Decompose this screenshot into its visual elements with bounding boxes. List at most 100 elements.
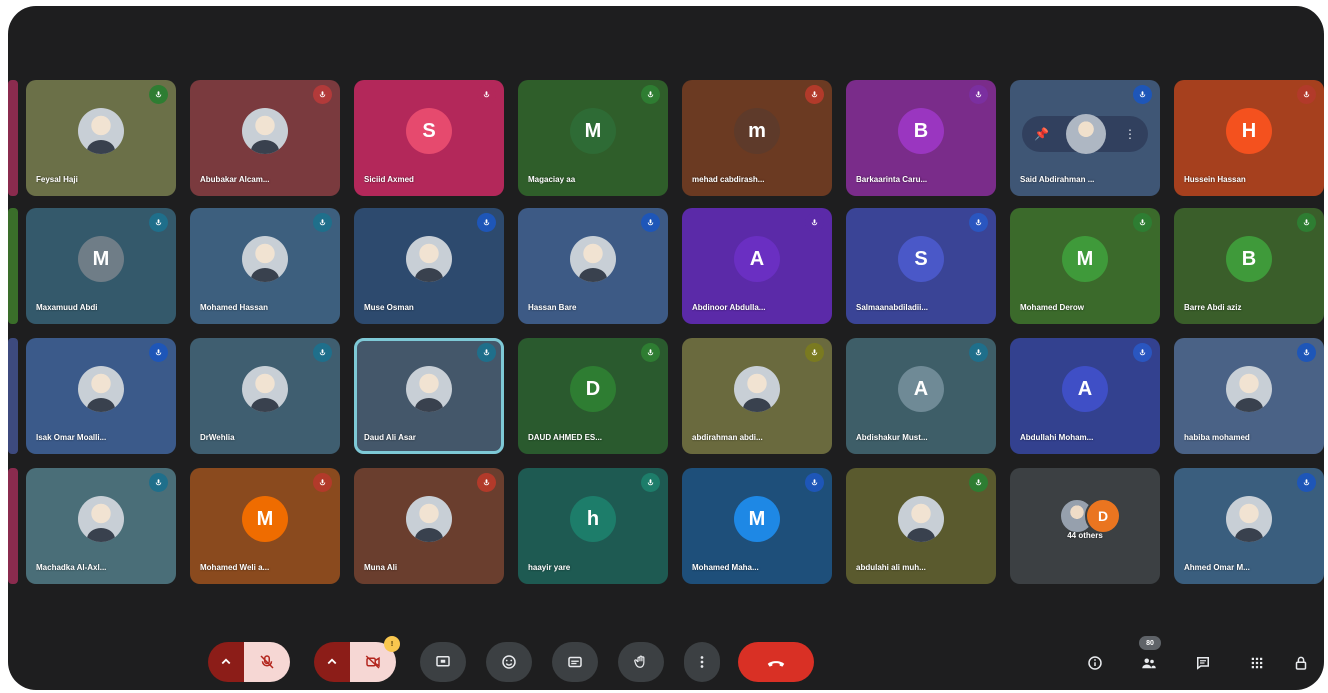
raise-hand-button[interactable]: [618, 642, 664, 682]
participant-tile[interactable]: h haayir yare: [518, 468, 668, 584]
speaking-indicator-icon: [149, 213, 168, 232]
edge-tile: [8, 80, 18, 196]
activities-icon: [1251, 657, 1263, 669]
participant-tile[interactable]: S Salmaanabdiladii...: [846, 208, 996, 324]
participant-tile[interactable]: 📌 ⋮ Said Abdirahman ...: [1010, 80, 1160, 196]
participant-tile[interactable]: Daud Ali Asar: [354, 338, 504, 454]
participant-tile[interactable]: Feysal Haji: [26, 80, 176, 196]
mic-options-button[interactable]: [208, 642, 244, 682]
emoji-button[interactable]: [486, 642, 532, 682]
avatar: [570, 236, 616, 282]
present-icon: [436, 656, 450, 667]
participant-name: Ahmed Omar M...: [1184, 563, 1250, 572]
mic-off-icon: [260, 655, 274, 669]
participant-grid: Feysal Haji Abubakar Alcam... S Siciid Axme…: [8, 6, 1324, 690]
participant-name: Muna Ali: [364, 563, 398, 572]
participant-tile[interactable]: M Mohamed Weli a...: [190, 468, 340, 584]
avatar: [242, 236, 288, 282]
participant-name: abdulahi ali muh...: [856, 563, 926, 572]
participant-tile[interactable]: abdirahman abdi...: [682, 338, 832, 454]
participant-name: Abdullahi Moham...: [1020, 433, 1094, 442]
participant-tile[interactable]: Mohamed Hassan: [190, 208, 340, 324]
pin-icon[interactable]: 📌: [1034, 127, 1049, 141]
participant-tile[interactable]: habiba mohamed: [1174, 338, 1324, 454]
lock-icon: [1295, 656, 1307, 670]
speaking-indicator-icon: [313, 473, 332, 492]
participant-tile[interactable]: abdulahi ali muh...: [846, 468, 996, 584]
host-controls-button[interactable]: [1284, 646, 1318, 680]
participant-tile[interactable]: M Maxamuud Abdi: [26, 208, 176, 324]
avatar: [734, 366, 780, 412]
participant-name: habiba mohamed: [1184, 433, 1250, 442]
avatar: [78, 366, 124, 412]
speaking-indicator-icon: [1297, 343, 1316, 362]
speaking-indicator-icon: [641, 213, 660, 232]
participant-tile[interactable]: M Mohamed Derow: [1010, 208, 1160, 324]
activities-button[interactable]: [1240, 646, 1274, 680]
people-button[interactable]: 80: [1132, 636, 1166, 680]
leave-call-button[interactable]: [738, 642, 814, 682]
participant-tile[interactable]: Isak Omar Moalli...: [26, 338, 176, 454]
participant-tile[interactable]: A Abdinoor Abdulla...: [682, 208, 832, 324]
more-options-button[interactable]: [684, 642, 720, 682]
speaking-indicator-icon: [805, 473, 824, 492]
speaking-indicator-icon: [969, 473, 988, 492]
avatar: M: [734, 496, 780, 542]
avatar: [78, 496, 124, 542]
speaking-indicator-icon: [313, 213, 332, 232]
speaking-indicator-icon: [477, 473, 496, 492]
more-icon[interactable]: ⋮: [1124, 127, 1136, 141]
participant-tile[interactable]: B Barkaarinta Caru...: [846, 80, 996, 196]
participant-name: Mohamed Hassan: [200, 303, 269, 312]
participant-tile[interactable]: B Barre Abdi aziz: [1174, 208, 1324, 324]
participant-tile[interactable]: A Abdishakur Must...: [846, 338, 996, 454]
end-call-icon: [767, 661, 785, 667]
participant-tile[interactable]: Hassan Bare: [518, 208, 668, 324]
camera-toggle-button[interactable]: !: [350, 636, 400, 682]
speaking-indicator-icon: [149, 85, 168, 104]
edge-tile: [8, 338, 18, 454]
participant-tile[interactable]: M Mohamed Maha...: [682, 468, 832, 584]
chevron-up-icon: [221, 658, 231, 665]
participant-tile[interactable]: H Hussein Hassan: [1174, 80, 1324, 196]
chat-button[interactable]: [1186, 646, 1220, 680]
speaking-indicator-icon: [1297, 473, 1316, 492]
participant-tile[interactable]: Ahmed Omar M...: [1174, 468, 1324, 584]
meeting-info-button[interactable]: [1078, 646, 1112, 680]
avatar: [898, 496, 944, 542]
participant-tile[interactable]: D DAUD AHMED ES...: [518, 338, 668, 454]
participant-tile[interactable]: M Magaciay aa: [518, 80, 668, 196]
participant-tile[interactable]: DrWehlia: [190, 338, 340, 454]
avatar: h: [570, 496, 616, 542]
camera-warning-badge: !: [384, 636, 400, 652]
camera-options-button[interactable]: [314, 642, 350, 682]
participant-name: Feysal Haji: [36, 175, 78, 184]
participant-tile[interactable]: Machadka Al-Axl...: [26, 468, 176, 584]
participant-name: Siciid Axmed: [364, 175, 414, 184]
raise-hand-icon: [634, 655, 645, 668]
speaking-indicator-icon: [1297, 213, 1316, 232]
participant-tile[interactable]: Muse Osman: [354, 208, 504, 324]
participant-tile[interactable]: Muna Ali: [354, 468, 504, 584]
participant-tile[interactable]: A Abdullahi Moham...: [1010, 338, 1160, 454]
mic-toggle-button[interactable]: [244, 642, 290, 682]
avatar: [242, 366, 288, 412]
participant-name: Abdishakur Must...: [856, 433, 928, 442]
participant-name: Magaciay aa: [528, 175, 576, 184]
present-button[interactable]: [420, 642, 466, 682]
avatar: [406, 366, 452, 412]
speaking-indicator-icon: [641, 85, 660, 104]
participant-tile[interactable]: Abubakar Alcam...: [190, 80, 340, 196]
chat-icon: [1197, 657, 1209, 670]
participant-tile[interactable]: D 44 others: [1010, 468, 1160, 584]
speaking-indicator-icon: [477, 343, 496, 362]
speaking-indicator-icon: [1133, 213, 1152, 232]
participant-tile[interactable]: S Siciid Axmed: [354, 80, 504, 196]
avatar: A: [898, 366, 944, 412]
edge-tile: [8, 208, 18, 324]
participant-name: Hassan Bare: [528, 303, 577, 312]
tile-hover-controls[interactable]: 📌 ⋮: [1022, 114, 1148, 154]
captions-button[interactable]: [552, 642, 598, 682]
participant-tile[interactable]: m mehad cabdirash...: [682, 80, 832, 196]
participant-name: haayir yare: [528, 563, 571, 572]
